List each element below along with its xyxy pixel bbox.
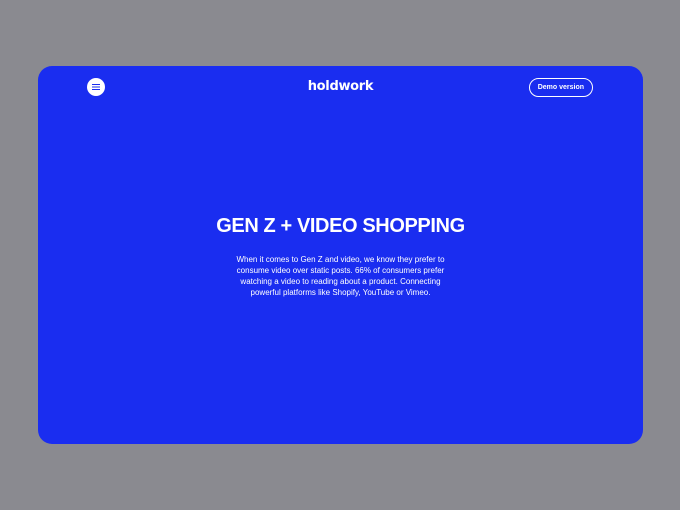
hero-description: When it comes to Gen Z and video, we kno… <box>236 255 445 297</box>
demo-version-button[interactable]: Demo version <box>528 78 593 97</box>
hero-section: GEN Z + VIDEO SHOPPING When it comes to … <box>38 214 643 298</box>
hero-title: GEN Z + VIDEO SHOPPING <box>216 215 465 237</box>
hero-panel: holdwork Demo version GEN Z + VIDEO SHOP… <box>38 66 643 444</box>
site-header: holdwork Demo version <box>38 66 643 110</box>
